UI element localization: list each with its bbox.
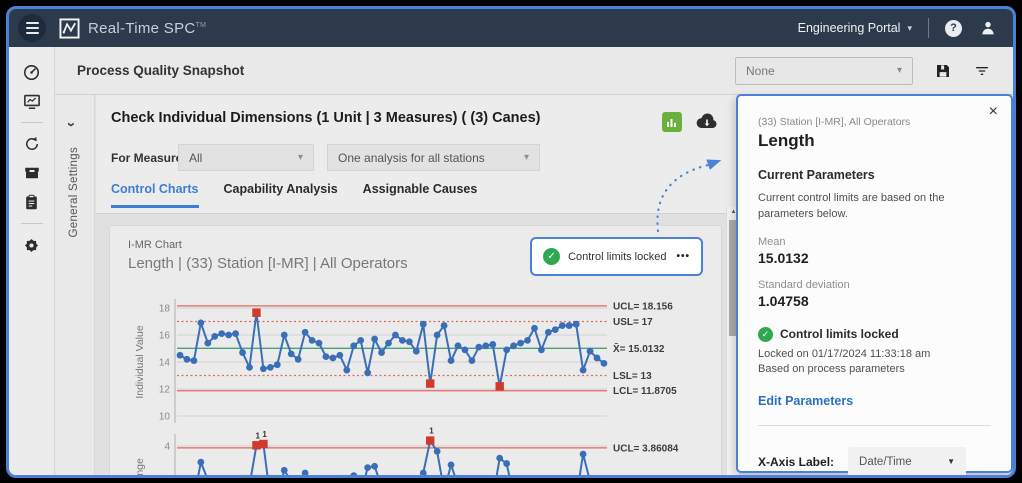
tab-control-charts[interactable]: Control Charts xyxy=(111,182,199,208)
imr-chart-card: I-MR Chart Length | (33) Station [I-MR] … xyxy=(109,225,722,478)
locked-badge-label: Control limits locked xyxy=(568,251,666,263)
svg-text:LSL= 13: LSL= 13 xyxy=(613,371,652,382)
svg-text:LCL= 11.8705: LCL= 11.8705 xyxy=(613,386,677,397)
control-limits-locked-badge[interactable]: ✓ Control limits locked ••• xyxy=(530,237,703,276)
sidebar-divider xyxy=(21,223,43,224)
chevron-down-icon: ▾ xyxy=(897,65,902,76)
tab-capability-analysis[interactable]: Capability Analysis xyxy=(224,182,338,208)
clipboard-icon[interactable] xyxy=(22,192,42,212)
app-window: Real-Time SPCTM Engineering Portal ▾ ? xyxy=(6,6,1016,478)
current-parameters-heading: Current Parameters xyxy=(758,168,991,182)
hamburger-menu-icon[interactable] xyxy=(18,14,46,42)
icon-sidebar xyxy=(9,47,55,475)
locked-status-title: Control limits locked xyxy=(780,327,899,341)
mean-value: 15.0132 xyxy=(758,250,991,266)
locked-timestamp: Locked on 01/17/2024 11:33:18 am xyxy=(758,347,991,362)
chart-monitor-icon[interactable] xyxy=(22,91,42,111)
chevron-down-icon: ▼ xyxy=(947,457,955,466)
svg-text:1: 1 xyxy=(262,430,267,439)
preset-dropdown[interactable]: None ▾ xyxy=(735,57,913,85)
edit-parameters-link[interactable]: Edit Parameters xyxy=(758,394,991,408)
panel-subtitle: (33) Station [I-MR], All Operators xyxy=(758,116,991,128)
trademark: TM xyxy=(196,22,207,29)
portal-switcher[interactable]: Engineering Portal ▾ xyxy=(798,21,912,35)
measure-dropdown[interactable]: All ▾ xyxy=(178,144,314,171)
chevron-down-icon: ▾ xyxy=(298,152,303,163)
sidebar-divider xyxy=(21,122,43,123)
cloud-download-button[interactable] xyxy=(695,112,719,130)
x-axis-dropdown[interactable]: Date/Time ▼ xyxy=(848,447,966,477)
parameters-flyout-panel: × (33) Station [I-MR], All Operators Len… xyxy=(736,94,1013,473)
locked-basis: Based on process parameters xyxy=(758,362,991,377)
top-navbar: Real-Time SPCTM Engineering Portal ▾ ? xyxy=(9,9,1013,47)
svg-text:12: 12 xyxy=(159,385,171,396)
archive-box-icon[interactable] xyxy=(22,163,42,183)
svg-text:1: 1 xyxy=(255,431,260,440)
tab-assignable-causes[interactable]: Assignable Causes xyxy=(363,182,478,208)
mean-label: Mean xyxy=(758,236,991,248)
svg-text:X̄= 15.0132: X̄= 15.0132 xyxy=(613,343,665,355)
general-settings-rail: › General Settings xyxy=(55,95,95,475)
analysis-title: Check Individual Dimensions (1 Unit | 3 … xyxy=(111,110,541,126)
settings-gear-icon[interactable] xyxy=(22,235,42,255)
analysis-mode-value: One analysis for all stations xyxy=(338,151,485,165)
filter-button[interactable] xyxy=(973,63,991,79)
parameters-description: Current control limits are based on the … xyxy=(758,191,983,223)
imr-chart: 1816141210UCL= 18.156USL= 17LSL= 13LCL= … xyxy=(120,287,720,477)
svg-text:16: 16 xyxy=(159,331,171,342)
chevron-down-icon: ▾ xyxy=(907,23,912,34)
svg-text:Moving Range: Moving Range xyxy=(134,458,146,477)
brand-title: Real-Time SPCTM xyxy=(88,20,206,37)
for-measure-label: For Measure: xyxy=(111,151,186,165)
svg-text:4: 4 xyxy=(164,442,170,453)
svg-text:USL= 17: USL= 17 xyxy=(613,317,653,328)
x-axis-dropdown-value: Date/Time xyxy=(859,456,912,468)
chart-view-button[interactable] xyxy=(662,112,682,132)
badge-menu-icon[interactable]: ••• xyxy=(676,251,690,262)
general-settings-label[interactable]: General Settings xyxy=(68,147,80,237)
check-icon: ✓ xyxy=(758,327,773,342)
analysis-mode-dropdown[interactable]: One analysis for all stations ▾ xyxy=(327,144,540,171)
check-icon: ✓ xyxy=(543,248,560,265)
brand-logo-icon xyxy=(59,18,80,39)
svg-text:14: 14 xyxy=(159,358,171,369)
svg-text:10: 10 xyxy=(159,412,171,423)
measure-dropdown-value: All xyxy=(189,151,202,165)
save-button[interactable] xyxy=(934,62,952,80)
panel-title: Length xyxy=(758,131,991,151)
chart-title: Length | (33) Station [I-MR] | All Opera… xyxy=(128,255,408,272)
navbar-divider xyxy=(928,18,929,38)
svg-text:UCL= 18.156: UCL= 18.156 xyxy=(613,301,673,312)
sync-icon[interactable] xyxy=(22,134,42,154)
help-icon[interactable]: ? xyxy=(945,20,962,37)
stdev-label: Standard deviation xyxy=(758,279,991,291)
locked-details: Locked on 01/17/2024 11:33:18 am Based o… xyxy=(758,347,991,378)
user-account-icon[interactable] xyxy=(979,19,997,37)
page-title: Process Quality Snapshot xyxy=(77,63,244,78)
page-header: Process Quality Snapshot None ▾ xyxy=(55,47,1013,95)
expand-chevron-icon[interactable]: › xyxy=(64,122,79,127)
x-axis-row: X-Axis Label: Date/Time ▼ xyxy=(758,447,991,477)
screenshot-frame: Real-Time SPCTM Engineering Portal ▾ ? xyxy=(0,0,1022,483)
close-icon[interactable]: × xyxy=(989,104,998,120)
svg-text:1: 1 xyxy=(429,427,434,436)
svg-text:UCL= 3.86084: UCL= 3.86084 xyxy=(613,443,679,454)
tab-bar: Control Charts Capability Analysis Assig… xyxy=(111,182,477,208)
preset-dropdown-value: None xyxy=(746,64,775,78)
svg-text:Individual Value: Individual Value xyxy=(134,325,146,399)
locked-status-row: ✓ Control limits locked xyxy=(758,327,991,342)
svg-text:18: 18 xyxy=(159,304,171,315)
dashboard-gauge-icon[interactable] xyxy=(22,62,42,82)
stdev-value: 1.04758 xyxy=(758,293,991,309)
panel-divider xyxy=(758,425,991,426)
chevron-down-icon: ▾ xyxy=(524,152,529,163)
x-axis-label: X-Axis Label: xyxy=(758,455,834,469)
chart-type-label: I-MR Chart xyxy=(128,239,182,251)
